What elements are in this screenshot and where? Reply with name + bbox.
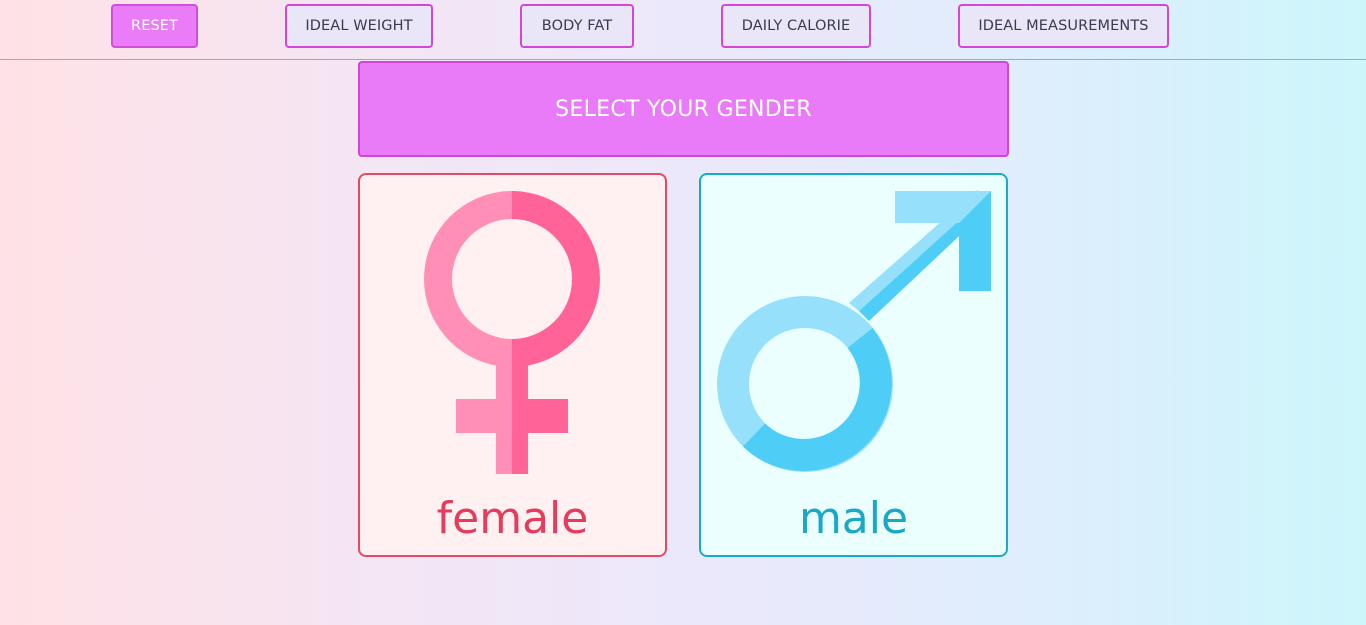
daily-calorie-button[interactable]: DAILY CALORIE [721, 4, 871, 48]
body-fat-button[interactable]: BODY FAT [520, 4, 634, 48]
male-card[interactable]: male [699, 173, 1008, 557]
male-label: male [798, 493, 909, 544]
ideal-weight-button[interactable]: IDEAL WEIGHT [285, 4, 433, 48]
female-label: female [436, 493, 589, 544]
ideal-measurements-button[interactable]: IDEAL MEASUREMENTS [958, 4, 1169, 48]
female-card[interactable]: female [358, 173, 667, 557]
select-gender-banner: SELECT YOUR GENDER [358, 61, 1009, 157]
top-nav: RESET IDEAL WEIGHT BODY FAT DAILY CALORI… [0, 0, 1366, 60]
reset-button[interactable]: RESET [111, 4, 198, 48]
